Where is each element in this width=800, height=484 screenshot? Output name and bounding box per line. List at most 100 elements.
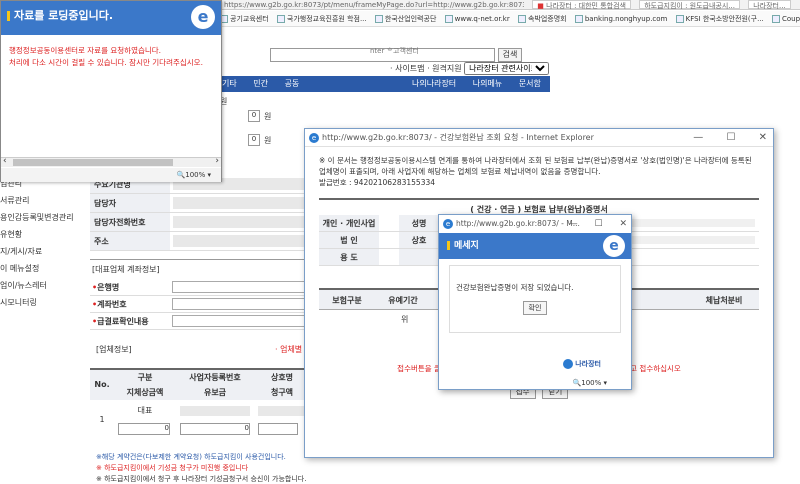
related-sites-select[interactable]: 나라장터 관련사이트 <box>464 62 550 75</box>
brand-icon <box>563 359 574 369</box>
dialog-status-bar: 🔍100% ▾ <box>572 379 607 387</box>
scroll-thumb[interactable] <box>13 159 173 166</box>
bookmark-item[interactable]: www.q-net.or.kr <box>444 15 510 23</box>
note-line: ※ 하도급지킴이에서 청구 후 나라장터 기성금청구서 승신이 가능합니다. <box>96 475 307 483</box>
penalty-input[interactable]: 0 <box>118 422 170 435</box>
ie-icon: e <box>309 132 319 143</box>
close-icon[interactable]: ✕ <box>759 132 767 143</box>
form-label: •은행명 <box>92 283 120 292</box>
nav-item-my-menu[interactable]: 나의메뉴 <box>473 79 502 88</box>
maximize-icon[interactable]: ☐ <box>726 132 735 143</box>
title-accent <box>447 241 450 250</box>
certificate-title: ( 건강 · 연금 ) 보험료 납부(완납)증명서 <box>319 198 759 215</box>
tab-favicon-icon: ■ <box>537 2 544 10</box>
dialog-titlebar: e http://www.g2b.go.kr:8073/ - M... — ☐ ✕ <box>439 215 631 233</box>
form-label: 담당자 <box>90 194 170 212</box>
header-blurb: nter ᄒ고객센터 <box>370 47 419 55</box>
ok-button[interactable]: 확인 <box>523 301 547 315</box>
loading-line-1: 행정정보공동이용센터로 자료를 요청하였습니다. <box>9 46 162 55</box>
col-header: 지체상금액 <box>126 388 164 397</box>
bookmark-item[interactable]: 한국산업인력공단 <box>374 15 436 23</box>
nav-item-documents[interactable]: 문서함 <box>519 79 541 88</box>
bookmark-icon <box>276 15 285 23</box>
brand-logo: 나라장터 <box>563 359 601 369</box>
bookmark-item[interactable]: 공기교육센터 <box>220 15 269 23</box>
sitemap-label[interactable]: · 사이트맵 · 원격지원 <box>390 64 462 73</box>
bank-name-input[interactable] <box>172 281 308 293</box>
nav-item[interactable]: 기타 <box>222 79 237 88</box>
sitemap-row: · 사이트맵 · 원격지원 나라장터 관련사이트 <box>390 62 550 75</box>
row-header: 상호 <box>399 232 439 248</box>
sidebar-item[interactable]: 유현황 <box>0 226 90 243</box>
maximize-icon[interactable]: ☐ <box>595 219 603 229</box>
form-row: 담당자전화번호 <box>90 213 310 232</box>
status-bar: 🔍100% ▾ <box>1 168 221 182</box>
site-search-button[interactable]: 검색 <box>498 48 522 62</box>
zoom-icon: 🔍 <box>572 379 582 387</box>
col-header: 유예기간 <box>388 296 418 305</box>
browser-tab-2[interactable]: 하도급지킴이 : 원도급내공시... <box>639 0 740 9</box>
bookmark-icon <box>772 15 780 23</box>
address-url[interactable]: https://www.g2b.go.kr:8073/pt/menu/frame… <box>224 0 524 9</box>
sidebar-item[interactable]: 지/게시/자료 <box>0 243 90 260</box>
row-type: 대표 <box>137 406 153 416</box>
contract-form: 수요기관명 담당자 담당자전화번호 주소 [대표업체 계좌정보] •은행명 •계… <box>90 175 310 330</box>
minimize-icon[interactable]: — <box>693 132 703 143</box>
scroll-left-icon[interactable]: ‹ <box>3 156 7 166</box>
company-name-value <box>258 405 306 416</box>
zoom-level[interactable]: 100% <box>581 379 601 387</box>
dialog-header: 메세지 e <box>439 233 631 259</box>
loading-header: 자료를 로딩중입니다. e <box>1 1 221 35</box>
sidebar-item[interactable]: 시모니터링 <box>0 294 90 311</box>
dialog-body: 건강보험완납증명이 저장 되었습니다. 확인 <box>449 265 621 333</box>
amount-input[interactable]: 0 <box>248 110 260 122</box>
bookmark-item[interactable]: 국가행정교육진흥원 학점... <box>276 15 367 23</box>
payment-confirm-input[interactable] <box>172 315 308 327</box>
nav-item[interactable]: 민간 <box>253 79 268 88</box>
bookmark-item[interactable]: Coupang Partn <box>772 15 800 23</box>
notice-body: ※ 이 문서는 행정정보공동이용시스템 연계를 통하여 나라장터에서 조회 된 … <box>319 156 752 176</box>
zoom-level[interactable]: 100% <box>185 171 205 179</box>
bookmark-icon <box>675 15 684 23</box>
title-accent <box>7 11 10 21</box>
biz-number-value <box>180 405 250 416</box>
issue-number: 발급번호 : 94202106283155334 <box>319 178 436 187</box>
notice-text: ※ 이 문서는 행정정보공동이용시스템 연계를 통하여 나라장터에서 조회 된 … <box>319 155 759 188</box>
minimize-icon[interactable]: — <box>569 219 578 229</box>
bookmark-item[interactable]: 속박업증명회 <box>517 15 567 23</box>
amount-input[interactable]: 0 <box>248 134 260 146</box>
form-row: 담당자 <box>90 194 310 213</box>
form-row: •은행명 <box>90 279 310 296</box>
sidebar-item[interactable]: 서류관리 <box>0 192 90 209</box>
form-value <box>173 197 307 209</box>
claim-input[interactable] <box>258 422 298 435</box>
col-header: 상호명 <box>270 373 294 382</box>
row-header: 법 인 <box>319 232 379 248</box>
row-header <box>399 249 439 265</box>
loading-title: 자료를 로딩중입니다. <box>14 9 114 22</box>
form-value <box>173 235 307 247</box>
loading-message: 행정정보공동이용센터로 자료를 요청하였습니다. 처리에 다소 시간이 걸릴 수… <box>1 35 221 79</box>
window-title: http://www.g2b.go.kr:8073/ - 건강보험완납 조회 요… <box>322 133 594 142</box>
account-number-input[interactable] <box>172 298 308 310</box>
bookmark-item[interactable]: KFSI 한국소방안전원(구... <box>675 15 764 23</box>
address-bar[interactable]: https://www.g2b.go.kr:8073/pt/menu/frame… <box>220 0 800 10</box>
sidebar-item[interactable]: 업이/뉴스레터 <box>0 277 90 294</box>
bookmark-item[interactable]: banking.nonghyup.com <box>574 15 667 23</box>
note-line: ※ 하도급지킴이에서 기성금 청구가 미진행 중입니다 <box>96 464 249 472</box>
amount-unit: 원 <box>264 136 272 145</box>
col-header: No. <box>94 380 110 389</box>
retention-input[interactable]: 0 <box>180 422 250 435</box>
nav-item-my-narajangteo[interactable]: 나의나라장터 <box>412 79 456 88</box>
nav-item[interactable]: 공동 <box>285 79 300 88</box>
row-header: 용 도 <box>319 249 379 265</box>
scroll-right-icon[interactable]: › <box>215 156 219 166</box>
sidebar-item[interactable]: 용인감등록및변경관리 <box>0 209 90 226</box>
tab-label: 나라장터... <box>753 2 786 10</box>
close-icon[interactable]: ✕ <box>619 219 627 229</box>
bookmark-icon <box>517 15 526 23</box>
browser-tab-1[interactable]: ■ 나라장터 : 대한민 통합검색 <box>532 0 631 9</box>
sidebar-item[interactable]: 이 메뉴설정 <box>0 260 90 277</box>
browser-tab-3[interactable]: 나라장터... <box>748 0 791 10</box>
horizontal-scrollbar[interactable]: ‹ › <box>1 156 221 167</box>
